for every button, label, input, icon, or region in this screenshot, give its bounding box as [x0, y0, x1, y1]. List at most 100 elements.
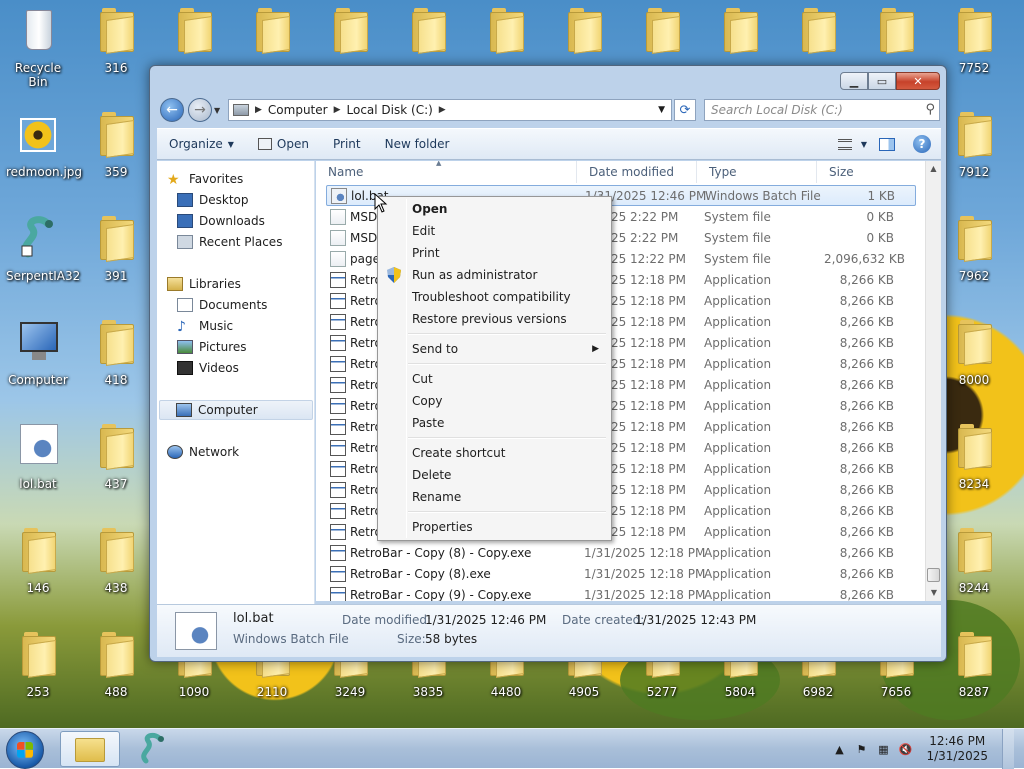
- desktop-icon[interactable]: 316: [84, 4, 148, 94]
- menu-print[interactable]: Print: [380, 242, 609, 264]
- organize-button[interactable]: Organize ▼: [157, 137, 246, 151]
- refresh-button[interactable]: ⟳: [674, 99, 696, 121]
- crumb-local-disk[interactable]: Local Disk (C:): [347, 103, 433, 117]
- application-file-icon: [330, 292, 346, 309]
- desktop-icon[interactable]: 7912: [942, 108, 1006, 198]
- menu-cut[interactable]: Cut: [380, 368, 609, 390]
- desktop-icon-label: 7962: [958, 269, 990, 283]
- show-desktop-button[interactable]: [1002, 729, 1014, 769]
- desktop-icon[interactable]: 488: [84, 628, 148, 718]
- desktop-icon-label: 438: [104, 581, 128, 595]
- menu-edit[interactable]: Edit: [380, 220, 609, 242]
- desktop-icon[interactable]: 146: [6, 524, 70, 614]
- menu-create-shortcut[interactable]: Create shortcut: [380, 442, 609, 464]
- menu-run-as-administrator[interactable]: Run as administrator: [380, 264, 609, 286]
- nav-pictures[interactable]: Pictures: [177, 337, 247, 357]
- file-row[interactable]: RetroBar - Copy (9) - Copy.exe 1/31/2025 …: [326, 584, 916, 601]
- taskbar-serpent-button[interactable]: [126, 731, 186, 767]
- breadcrumb[interactable]: ▶ Computer ▶ Local Disk (C:) ▶ ▼: [228, 99, 672, 121]
- preview-pane-icon[interactable]: [879, 137, 895, 151]
- chevron-right-icon[interactable]: ▶: [255, 105, 262, 115]
- desktop-icon[interactable]: redmoon.jpg: [6, 108, 83, 198]
- nav-favorites[interactable]: ★ Favorites: [167, 169, 243, 189]
- desktop-icon[interactable]: SerpentIA32: [6, 212, 80, 302]
- desktop-icon[interactable]: 437: [84, 420, 148, 510]
- nav-network[interactable]: Network: [167, 442, 239, 462]
- search-input[interactable]: Search Local Disk (C:) ⚲: [704, 99, 940, 121]
- desktop-icon[interactable]: 8287: [942, 628, 1006, 718]
- column-name[interactable]: ▲ Name: [316, 161, 577, 183]
- close-button[interactable]: ✕: [896, 72, 940, 90]
- desktop-icon[interactable]: 7962: [942, 212, 1006, 302]
- minimize-button[interactable]: ▁: [840, 72, 868, 90]
- file-row[interactable]: RetroBar - Copy (8) - Copy.exe 1/31/2025 …: [326, 542, 916, 563]
- volume-muted-icon[interactable]: 🔇: [898, 742, 913, 756]
- desktop-icon-label: 146: [26, 581, 50, 595]
- desktop-icon-label: redmoon.jpg: [6, 165, 83, 179]
- help-icon[interactable]: ?: [913, 135, 931, 153]
- desktop-icon[interactable]: 253: [6, 628, 70, 718]
- nav-computer[interactable]: Computer: [159, 400, 313, 420]
- desktop-icon[interactable]: 391: [84, 212, 148, 302]
- new-folder-label: New folder: [384, 137, 450, 151]
- nav-desktop[interactable]: Desktop: [177, 190, 249, 210]
- column-date-label: Date modified: [589, 165, 675, 179]
- back-button[interactable]: ←: [160, 98, 184, 122]
- print-button[interactable]: Print: [321, 137, 373, 151]
- menu-open[interactable]: Open: [380, 198, 609, 220]
- network-status-icon[interactable]: ▦: [876, 742, 890, 756]
- menu-copy[interactable]: Copy: [380, 390, 609, 412]
- vertical-scrollbar[interactable]: ▲ ▼: [925, 161, 941, 601]
- nav-downloads[interactable]: Downloads: [177, 211, 265, 231]
- open-button[interactable]: Open: [246, 137, 321, 151]
- column-size[interactable]: Size: [817, 161, 917, 183]
- desktop-icon[interactable]: 8244: [942, 524, 1006, 614]
- address-dropdown-icon[interactable]: ▼: [658, 105, 665, 115]
- start-button[interactable]: [6, 731, 44, 769]
- desktop-icon[interactable]: 418: [84, 316, 148, 406]
- column-date[interactable]: Date modified: [577, 161, 697, 183]
- desktop-icon[interactable]: 7752: [942, 4, 1006, 94]
- chevron-right-icon[interactable]: ▶: [334, 105, 341, 115]
- chevron-right-icon[interactable]: ▶: [439, 105, 446, 115]
- nav-recent-places[interactable]: Recent Places: [177, 232, 282, 252]
- file-type: Application: [704, 398, 772, 413]
- nav-music[interactable]: ♪ Music: [177, 316, 233, 336]
- desktop-icon[interactable]: 8234: [942, 420, 1006, 510]
- new-folder-button[interactable]: New folder: [373, 137, 462, 151]
- desktop-icon[interactable]: lol.bat: [6, 420, 70, 510]
- menu-properties[interactable]: Properties: [380, 516, 609, 538]
- nav-libraries[interactable]: Libraries: [167, 274, 241, 294]
- menu-troubleshoot-compatibility[interactable]: Troubleshoot compatibility: [380, 286, 609, 308]
- file-row[interactable]: RetroBar - Copy (8).exe 1/31/2025 12:18 P…: [326, 563, 916, 584]
- scroll-up-icon[interactable]: ▲: [926, 161, 941, 177]
- application-file-icon: [330, 502, 346, 519]
- taskbar-explorer-button[interactable]: [60, 731, 120, 767]
- clock[interactable]: 12:46 PM 1/31/2025: [920, 734, 994, 764]
- forward-button[interactable]: →: [188, 98, 212, 122]
- desktop-icon-label: 418: [104, 373, 128, 387]
- menu-send-to[interactable]: Send to ▶: [380, 338, 609, 360]
- show-hidden-icons-icon[interactable]: ▲: [832, 742, 846, 756]
- desktop-icon[interactable]: Recycle Bin: [6, 4, 70, 94]
- crumb-computer[interactable]: Computer: [268, 103, 328, 117]
- desktop-icon[interactable]: Computer: [6, 316, 70, 406]
- menu-rename[interactable]: Rename: [380, 486, 609, 508]
- desktop-icon[interactable]: 438: [84, 524, 148, 614]
- nav-documents[interactable]: Documents: [177, 295, 267, 315]
- recent-pages-icon[interactable]: ▼: [214, 106, 220, 115]
- maximize-button[interactable]: ▭: [868, 72, 896, 90]
- views-button[interactable]: ▼: [826, 138, 879, 150]
- folder-icon: [958, 424, 992, 470]
- desktop-icon-label: 437: [104, 477, 128, 491]
- action-center-flag-icon[interactable]: ⚑: [854, 742, 868, 756]
- menu-delete[interactable]: Delete: [380, 464, 609, 486]
- scroll-down-icon[interactable]: ▼: [926, 585, 942, 601]
- column-type[interactable]: Type: [697, 161, 817, 183]
- scroll-thumb[interactable]: [927, 568, 940, 582]
- menu-paste[interactable]: Paste: [380, 412, 609, 434]
- desktop-icon[interactable]: 8000: [942, 316, 1006, 406]
- desktop-icon[interactable]: 359: [84, 108, 148, 198]
- nav-videos[interactable]: Videos: [177, 358, 239, 378]
- menu-restore-previous-versions[interactable]: Restore previous versions: [380, 308, 609, 330]
